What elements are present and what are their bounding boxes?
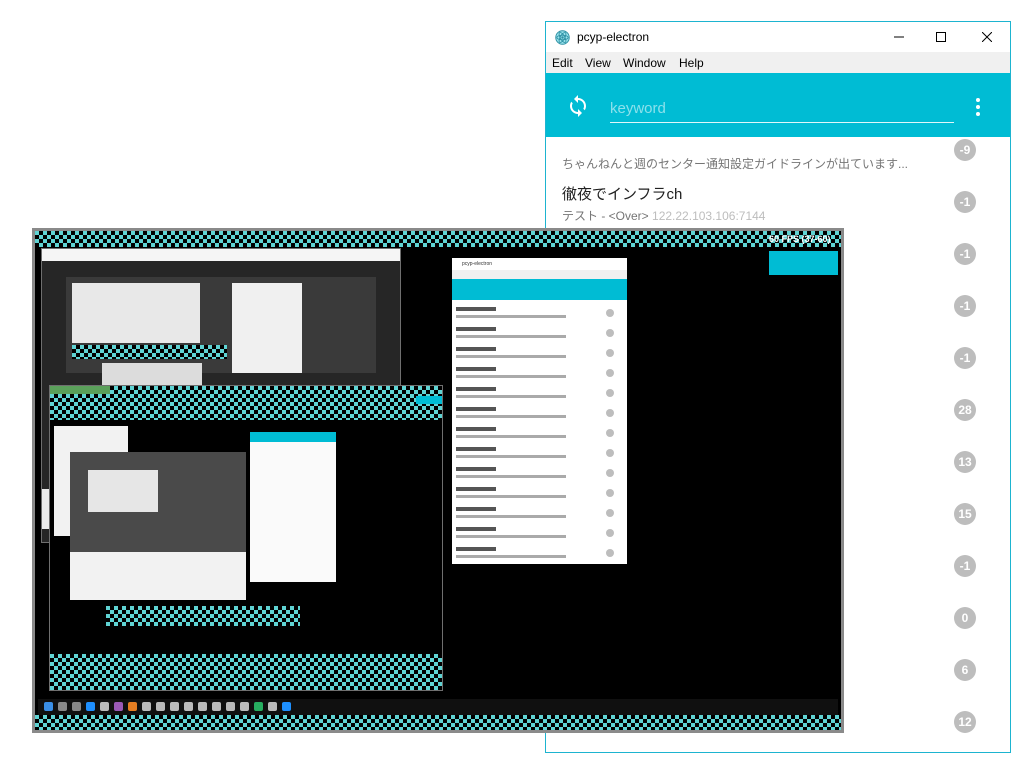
listener-count-badge: -1	[954, 243, 976, 265]
listener-count-badge: 13	[954, 451, 976, 473]
listener-count-badge: -1	[954, 347, 976, 369]
listener-count-badge: -1	[954, 295, 976, 317]
minimize-button[interactable]	[876, 22, 922, 52]
listener-count-badge: -9	[954, 139, 976, 161]
menu-view[interactable]: View	[585, 56, 611, 70]
list-item[interactable]: 徹夜でインフラch テスト - <Over> 122.22.103.106:71…	[546, 177, 1010, 229]
channel-name: 徹夜でインフラch	[562, 186, 683, 203]
checker-border-top	[35, 231, 841, 247]
channel-detail: ちゃんねんと週のセンター通知設定ガイドラインが出ています...	[562, 157, 909, 171]
fps-meter	[769, 251, 838, 275]
app-toolbar	[546, 73, 1010, 137]
list-item[interactable]: ちゃんねんと週のセンター通知設定ガイドラインが出ています... -9	[546, 137, 1010, 177]
search-input[interactable]	[610, 95, 954, 123]
menu-help[interactable]: Help	[679, 56, 704, 70]
taskbar-capture	[38, 699, 838, 715]
window-title: pcyp-electron	[577, 30, 650, 44]
stream-preview: 60 FPS (37-60) pcyp-electron	[32, 228, 844, 733]
refresh-icon[interactable]	[566, 94, 590, 118]
maximize-button[interactable]	[918, 22, 964, 52]
listener-count-badge: 0	[954, 607, 976, 629]
nested-list-window: pcyp-electron	[452, 258, 627, 564]
minimize-icon	[894, 36, 904, 38]
close-button[interactable]	[964, 22, 1010, 52]
menu-bar: Edit View Window Help	[546, 52, 1010, 73]
listener-count-badge: 12	[954, 711, 976, 733]
checker-border-bottom	[35, 715, 841, 730]
close-icon	[982, 32, 992, 42]
more-options-icon[interactable]	[970, 95, 986, 119]
listener-count-badge: 15	[954, 503, 976, 525]
electron-app-icon	[555, 30, 570, 45]
nested-capture-inner	[49, 385, 443, 691]
listener-count-badge: -1	[954, 555, 976, 577]
maximize-icon	[936, 32, 946, 42]
listener-count-badge: 6	[954, 659, 976, 681]
fps-counter: 60 FPS (37-60)	[769, 234, 831, 244]
title-bar[interactable]: pcyp-electron	[546, 22, 1010, 52]
menu-edit[interactable]: Edit	[552, 56, 573, 70]
channel-detail: テスト - <Over> 122.22.103.106:7144	[562, 209, 766, 223]
listener-count-badge: 28	[954, 399, 976, 421]
menu-window[interactable]: Window	[623, 56, 666, 70]
listener-count-badge: -1	[954, 191, 976, 213]
